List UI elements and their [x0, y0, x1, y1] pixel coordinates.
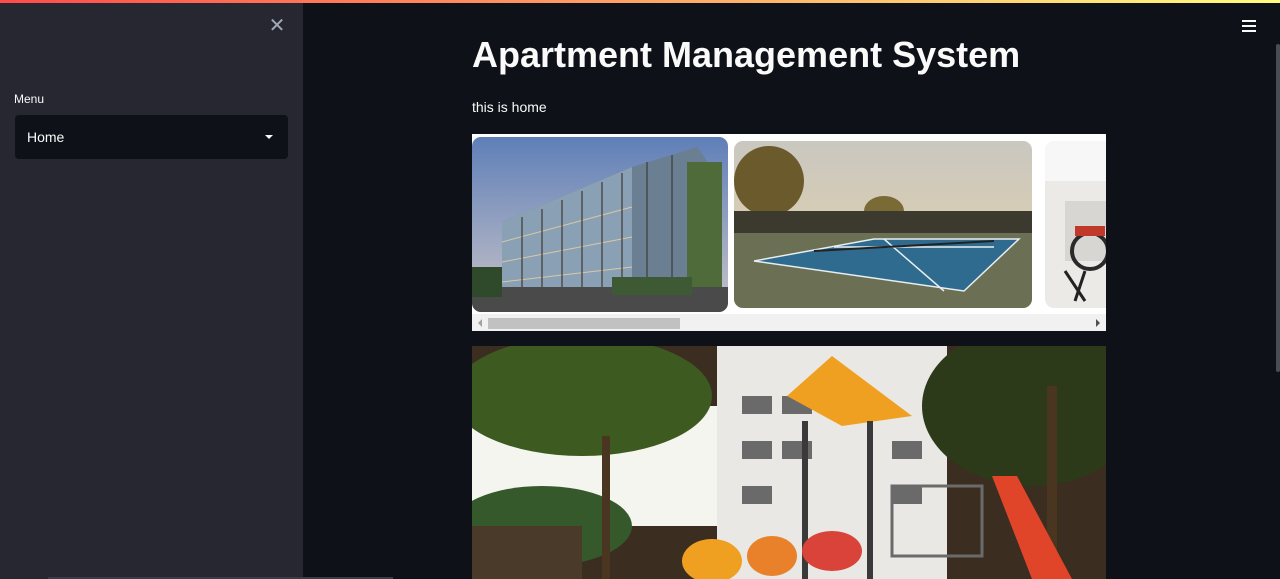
playground-image [472, 346, 1106, 579]
carousel-image-building [472, 137, 728, 312]
page-title: Apartment Management System [472, 34, 1021, 75]
scroll-left-arrow-icon[interactable] [478, 319, 482, 327]
carousel-scroll-thumb[interactable] [488, 318, 680, 329]
hamburger-menu-icon[interactable] [1242, 19, 1256, 33]
main-content: Apartment Management System this is home [303, 0, 1280, 579]
top-decoration-bar [0, 0, 1280, 3]
carousel-scrollbar[interactable] [472, 314, 1106, 331]
menu-select[interactable]: Home [15, 115, 288, 159]
sidebar: ✕ Menu Home [0, 0, 393, 579]
image-carousel[interactable] [472, 134, 1106, 331]
page-text: this is home [472, 99, 547, 115]
chevron-down-icon [265, 135, 273, 139]
menu-select-value: Home [27, 129, 65, 145]
menu-label: Menu [14, 92, 45, 106]
carousel-image-tennis-court [734, 141, 1032, 308]
carousel-track [472, 134, 1106, 314]
scroll-right-arrow-icon[interactable] [1096, 319, 1100, 327]
main-scrollbar[interactable] [1276, 44, 1280, 372]
close-icon[interactable]: ✕ [266, 14, 288, 37]
carousel-image-gym [1045, 141, 1106, 308]
